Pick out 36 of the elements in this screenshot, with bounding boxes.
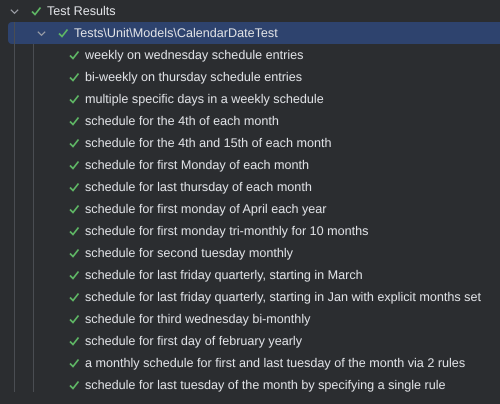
tree-row[interactable]: schedule for last thursday of each month	[0, 176, 500, 198]
test-name: schedule for last friday quarterly, starting in Jan with explicit months set	[85, 289, 481, 305]
test-name: schedule for third wednesday bi-monthly	[85, 311, 310, 327]
tree-row[interactable]: schedule for first Monday of each month	[0, 154, 500, 176]
tree-row[interactable]: schedule for last friday quarterly, starting in March	[0, 264, 500, 286]
tree-row[interactable]: schedule for second tuesday monthly	[0, 242, 500, 264]
test-name: schedule for first monday of April each year	[85, 201, 327, 217]
test-name: a monthly schedule for first and last tuesday of the month via 2 rules	[85, 355, 466, 371]
tree-row[interactable]: schedule for first day of february yearly	[0, 330, 500, 352]
tree-row[interactable]: schedule for first monday of April each year	[0, 198, 500, 220]
test-name: schedule for second tuesday monthly	[85, 245, 293, 261]
test-name: multiple specific days in a weekly schedule	[85, 91, 324, 107]
tree-row[interactable]: weekly on wednesday schedule entries	[0, 44, 500, 66]
tree-row[interactable]: schedule for first monday tri-monthly for 10 months	[0, 220, 500, 242]
tree-row[interactable]: schedule for last tuesday of the month by specifying a single rule	[0, 374, 500, 396]
tree-row[interactable]: bi-weekly on thursday schedule entries	[0, 66, 500, 88]
test-name: schedule for first day of february yearly	[85, 333, 302, 349]
tree-row[interactable]: Tests\Unit\Models\CalendarDateTest	[8, 22, 500, 44]
tree-row[interactable]: Test Results	[0, 0, 500, 22]
tree-row[interactable]: schedule for third wednesday bi-monthly	[0, 308, 500, 330]
test-name: schedule for last tuesday of the month by specifying a single rule	[85, 377, 446, 393]
test-name: schedule for last thursday of each month	[85, 179, 312, 195]
test-name: schedule for last friday quarterly, starting in March	[85, 267, 363, 283]
tree-row[interactable]: schedule for the 4th of each month	[0, 110, 500, 132]
tree-row[interactable]: a monthly schedule for first and last tuesday of the month via 2 rules	[0, 352, 500, 374]
tree-row[interactable]: schedule for the 4th and 15th of each month	[0, 132, 500, 154]
test-name: weekly on wednesday schedule entries	[85, 47, 304, 63]
test-name: bi-weekly on thursday schedule entries	[85, 69, 302, 85]
test-name: Test Results	[47, 3, 116, 19]
tree-row[interactable]: multiple specific days in a weekly schedule	[0, 88, 500, 110]
tree-row[interactable]: schedule for last friday quarterly, starting in Jan with explicit months set	[0, 286, 500, 308]
test-name: Tests\Unit\Models\CalendarDateTest	[74, 25, 278, 41]
test-name: schedule for first monday tri-monthly for 10 months	[85, 223, 368, 239]
test-name: schedule for first Monday of each month	[85, 157, 310, 173]
test-name: schedule for the 4th and 15th of each month	[85, 135, 332, 151]
test-name: schedule for the 4th of each month	[85, 113, 279, 129]
